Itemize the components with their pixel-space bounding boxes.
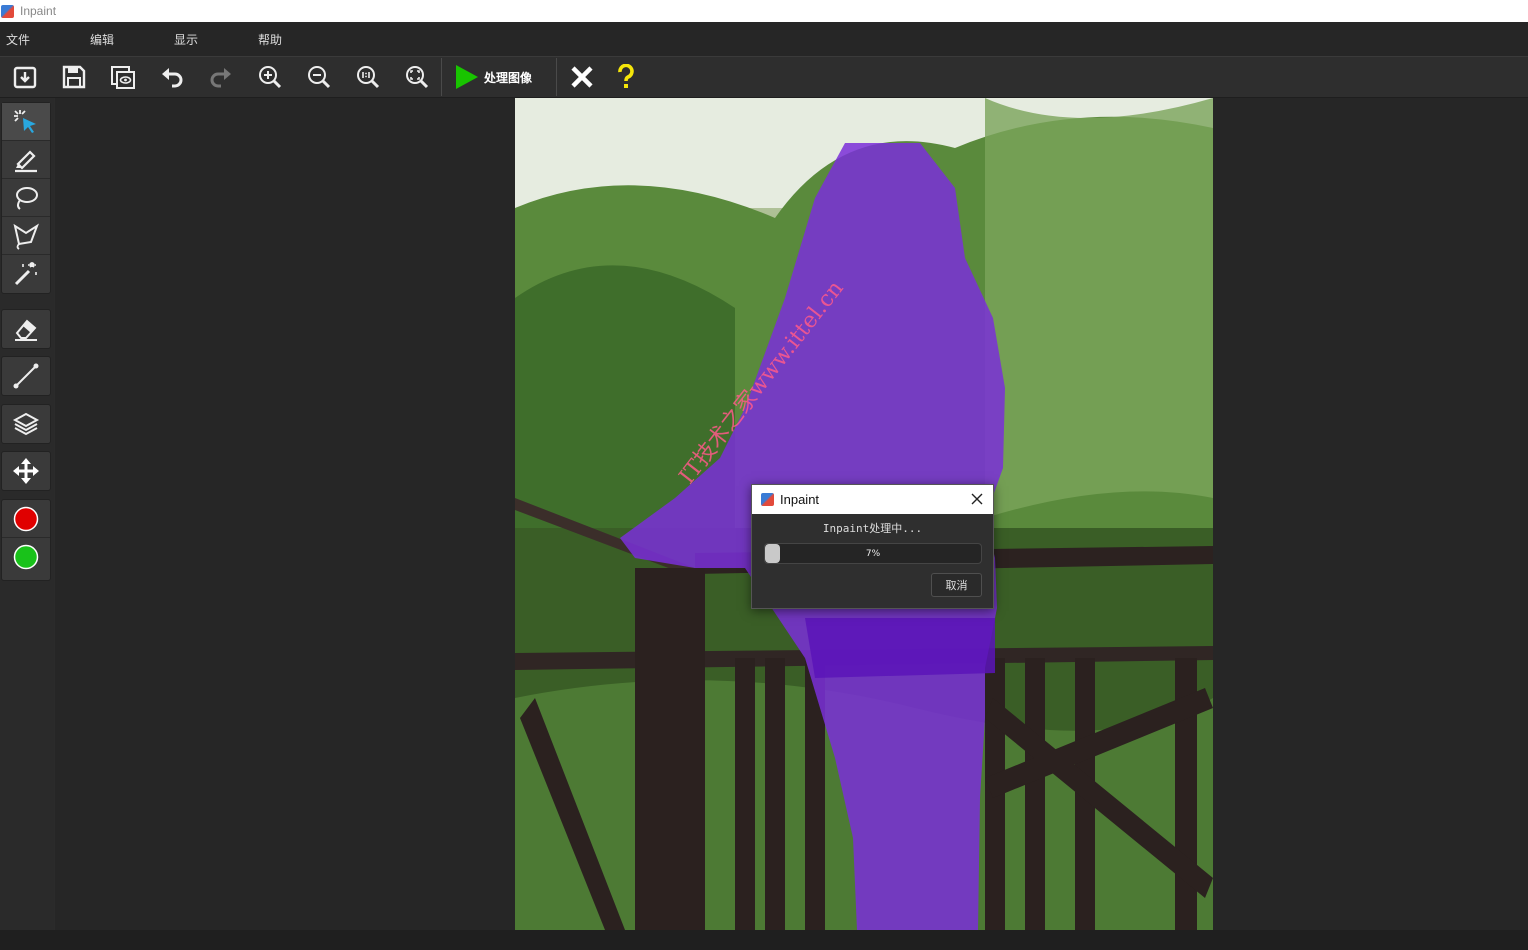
redo-icon xyxy=(210,68,231,88)
help-icon xyxy=(618,64,634,88)
magic-wand-icon xyxy=(14,262,37,286)
zoom-out-icon xyxy=(307,66,330,89)
process-image-label: 处理图像 xyxy=(484,70,533,85)
progress-bar: 7% xyxy=(764,543,982,564)
green-circle-icon xyxy=(13,544,39,570)
redo-button[interactable] xyxy=(196,57,245,97)
app-icon xyxy=(761,493,774,506)
compare-icon xyxy=(110,66,135,89)
cancel-button[interactable]: 取消 xyxy=(931,573,982,597)
open-icon xyxy=(13,66,36,89)
dialog-title: Inpaint xyxy=(780,492,820,507)
zoom-out-button[interactable] xyxy=(294,57,343,97)
title-bar: Inpaint xyxy=(0,0,1528,22)
process-image-button[interactable]: 处理图像 xyxy=(442,57,556,97)
undo-button[interactable] xyxy=(147,57,196,97)
status-bar xyxy=(0,930,1528,950)
zoom-in-button[interactable] xyxy=(245,57,294,97)
progress-dialog: Inpaint Inpaint处理中... 7% 取消 xyxy=(751,484,994,609)
help-button[interactable] xyxy=(606,57,646,97)
lasso-tool[interactable] xyxy=(2,179,50,217)
app-icon xyxy=(1,4,14,18)
polygon-lasso-tool[interactable] xyxy=(2,217,50,255)
window-title: Inpaint xyxy=(20,4,57,18)
move-tool[interactable] xyxy=(2,452,50,490)
save-icon xyxy=(62,65,85,89)
toolbar: 处理图像 xyxy=(0,57,1528,98)
menu-edit[interactable]: 编辑 xyxy=(84,31,168,48)
undo-icon xyxy=(161,68,182,88)
tool-group xyxy=(1,404,51,444)
layers-icon xyxy=(12,412,40,436)
line-icon xyxy=(13,363,39,389)
close-image-button[interactable] xyxy=(557,57,606,97)
zoom-fit-button[interactable] xyxy=(392,57,441,97)
magic-wand-tool[interactable] xyxy=(2,255,50,293)
smart-select-icon xyxy=(14,109,36,133)
zoom-in-icon xyxy=(258,66,281,89)
layers-tool[interactable] xyxy=(2,405,50,443)
polygon-lasso-icon xyxy=(13,223,39,250)
move-icon xyxy=(13,458,39,484)
eraser-icon xyxy=(15,319,37,341)
menu-bar: 文件 编辑 显示 帮助 xyxy=(0,22,1528,57)
tool-group xyxy=(1,102,51,294)
play-icon xyxy=(456,65,478,89)
zoom-fit-icon xyxy=(405,66,428,89)
dialog-title-bar: Inpaint xyxy=(752,485,993,514)
close-icon[interactable] xyxy=(969,491,985,507)
save-button[interactable] xyxy=(49,57,98,97)
progress-text: 7% xyxy=(865,548,881,559)
tool-sidebar xyxy=(0,98,54,930)
menu-view[interactable]: 显示 xyxy=(168,31,252,48)
red-color-swatch[interactable] xyxy=(2,500,50,538)
color-group xyxy=(1,499,51,581)
tool-group xyxy=(1,451,51,491)
menu-help[interactable]: 帮助 xyxy=(252,31,336,48)
compare-button[interactable] xyxy=(98,57,147,97)
marker-icon xyxy=(15,149,37,172)
tool-group xyxy=(1,356,51,396)
close-x-icon xyxy=(570,66,593,88)
eraser-tool[interactable] xyxy=(2,310,50,348)
zoom-actual-button[interactable] xyxy=(343,57,392,97)
dialog-message: Inpaint处理中... xyxy=(822,522,923,535)
smart-select-tool[interactable] xyxy=(2,103,50,141)
marker-tool[interactable] xyxy=(2,141,50,179)
zoom-actual-icon xyxy=(356,66,379,89)
menu-file[interactable]: 文件 xyxy=(0,31,84,48)
line-tool[interactable] xyxy=(2,357,50,395)
lasso-icon xyxy=(16,186,38,210)
tool-group xyxy=(1,309,51,349)
open-button[interactable] xyxy=(0,57,49,97)
red-circle-icon xyxy=(13,506,39,531)
green-color-swatch[interactable] xyxy=(2,538,50,576)
